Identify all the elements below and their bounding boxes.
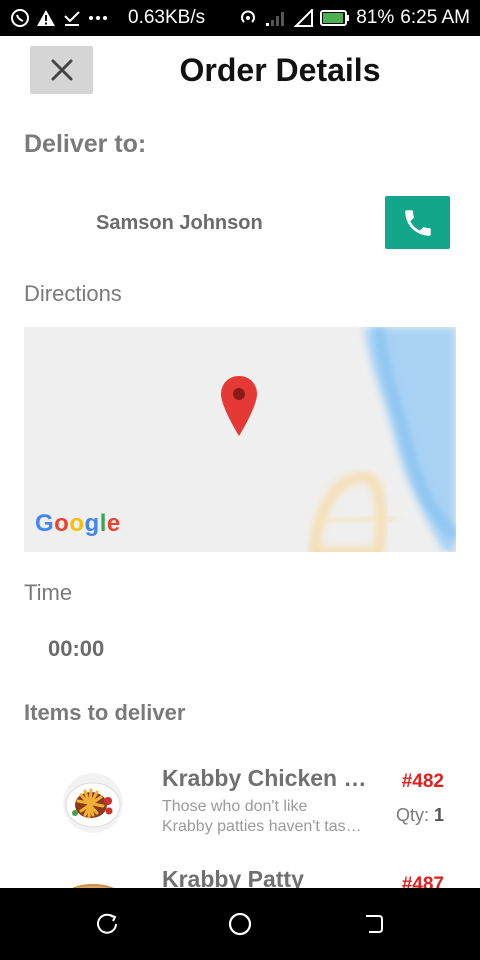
recipient-name: Samson Johnson [96,212,263,234]
item-thumbnail [63,773,123,833]
item-description-line: Krabby patties haven't tas… [162,818,362,835]
back-button[interactable] [353,904,393,944]
qty-label: Qty: [395,805,429,825]
recent-apps-icon [96,913,117,934]
item-name: Krabby Chicken a… [162,765,372,791]
location-pin-icon[interactable] [220,375,258,437]
warning-icon [36,9,56,27]
page-title: Order Details [179,52,381,88]
home-icon [228,912,252,936]
close-icon [51,59,72,81]
battery-percent: 81% [356,7,395,28]
signal-weak-icon [264,9,288,27]
signal-icon [294,9,314,27]
call-button[interactable] [385,196,450,249]
google-logo: Google [35,510,121,537]
items-to-deliver-label: Items to deliver [24,700,186,725]
item-description: Those who don't like Krabby patties have… [162,797,372,837]
status-bar: 0.63KB/s 81% 6:25 AM [0,0,480,36]
order-number: #482 [401,771,444,792]
battery-icon [320,10,350,26]
qty-value: 1 [433,805,444,825]
directions-label: Directions [24,281,122,306]
network-speed: 0.63KB/s [128,7,206,28]
whatsapp-icon [10,8,30,28]
more-notifications-icon [88,15,108,21]
deliver-to-label: Deliver to: [24,130,147,158]
item-description-line: Those who don't like [162,798,308,815]
clock: 6:25 AM [400,7,470,28]
hotspot-icon [238,8,258,28]
phone-icon [404,209,431,236]
time-value: 00:00 [48,636,105,661]
system-navigation-bar [0,888,480,960]
download-done-icon [62,8,82,28]
back-icon [366,915,384,933]
time-label: Time [24,580,73,605]
home-button[interactable] [220,904,260,944]
map-view[interactable]: Google [24,327,456,552]
recent-apps-button[interactable] [87,904,127,944]
status-right-icons: 81% 6:25 AM [238,7,470,29]
close-button[interactable] [30,46,93,94]
item-quantity: Qty: 1 [396,805,444,826]
status-left-icons: 0.63KB/s [10,7,205,29]
list-item[interactable]: Krabby Chicken a… Those who don't like K… [0,765,480,865]
